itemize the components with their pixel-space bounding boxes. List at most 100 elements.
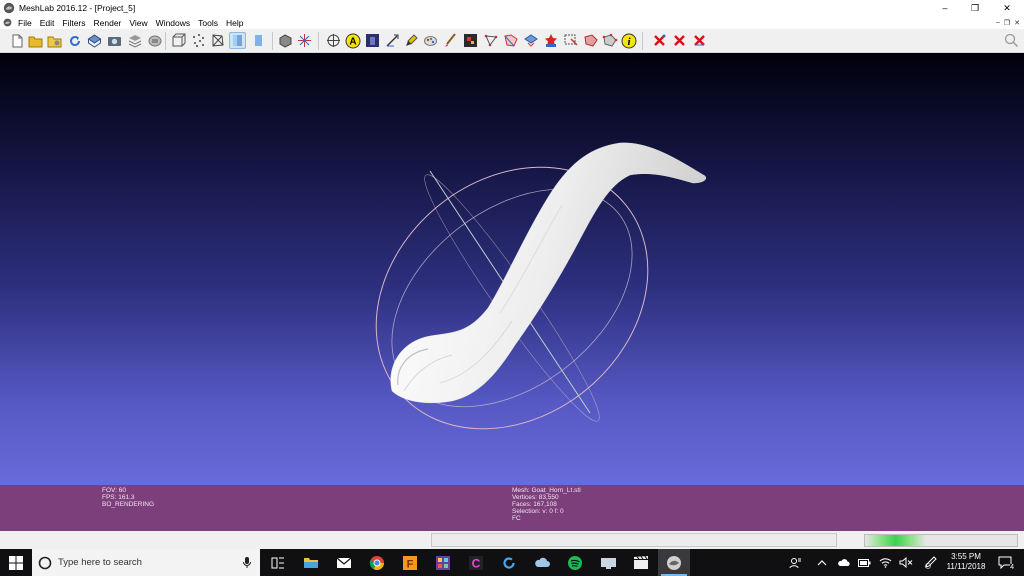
onedrive-icon bbox=[837, 558, 850, 566]
points-button[interactable] bbox=[190, 32, 207, 49]
reload-button[interactable] bbox=[66, 32, 83, 49]
battery-button[interactable] bbox=[855, 549, 873, 576]
flat-shading-button[interactable] bbox=[229, 32, 246, 49]
delete-all-button[interactable] bbox=[691, 32, 708, 49]
spotify-button[interactable] bbox=[559, 549, 591, 576]
taskbar-search-box[interactable]: Type here to search bbox=[32, 549, 260, 576]
smooth-icon bbox=[255, 35, 262, 46]
document-window-controls: – ❐ ✕ bbox=[996, 16, 1020, 29]
snapshot-button[interactable] bbox=[106, 32, 123, 49]
reload-app-button[interactable] bbox=[493, 549, 525, 576]
info-button[interactable]: i bbox=[620, 32, 637, 49]
draw-button[interactable] bbox=[442, 32, 459, 49]
minimize-button[interactable]: – bbox=[930, 0, 960, 16]
menu-render[interactable]: Render bbox=[90, 18, 126, 28]
select-vertices-mode-button[interactable] bbox=[601, 32, 618, 49]
mail-icon bbox=[336, 557, 352, 568]
cloud-app-icon bbox=[534, 557, 550, 567]
onedrive-button[interactable] bbox=[834, 549, 852, 576]
wifi-button[interactable] bbox=[876, 549, 894, 576]
texture-button[interactable] bbox=[277, 32, 294, 49]
bbox-button[interactable] bbox=[170, 32, 187, 49]
c-app-button[interactable]: C bbox=[460, 549, 492, 576]
close-button[interactable]: ✕ bbox=[992, 0, 1022, 16]
doc-restore-button[interactable]: ❐ bbox=[1004, 19, 1010, 27]
menu-help[interactable]: Help bbox=[222, 18, 247, 28]
menu-filters[interactable]: Filters bbox=[58, 18, 89, 28]
georef-button[interactable] bbox=[522, 32, 539, 49]
start-button[interactable] bbox=[0, 549, 32, 576]
search-placeholder: Type here to search bbox=[58, 557, 142, 568]
select-faces-icon bbox=[298, 34, 311, 47]
color-picker-button[interactable] bbox=[422, 32, 439, 49]
progress-bar bbox=[864, 534, 1018, 547]
align-button[interactable] bbox=[462, 32, 479, 49]
color-picker-icon bbox=[424, 36, 437, 46]
delete-selected-vertices-icon bbox=[674, 35, 685, 46]
menu-view[interactable]: View bbox=[125, 18, 151, 28]
people-button[interactable] bbox=[785, 549, 805, 576]
new-project-icon bbox=[12, 34, 22, 47]
snapshot-icon bbox=[108, 36, 121, 46]
show-hidden-icons-button[interactable] bbox=[813, 549, 831, 576]
volume-button[interactable] bbox=[897, 549, 915, 576]
restore-button[interactable]: ❐ bbox=[960, 0, 990, 16]
meshlab-taskbar-button[interactable] bbox=[658, 549, 690, 576]
manipulator-button[interactable] bbox=[562, 32, 579, 49]
clapper-button[interactable] bbox=[625, 549, 657, 576]
desktop-app-button[interactable] bbox=[592, 549, 624, 576]
pen-workspace-button[interactable] bbox=[920, 549, 940, 576]
menu-bar: File Edit Filters Render View Windows To… bbox=[0, 16, 1024, 29]
clock[interactable]: 3:55 PM 11/11/2018 bbox=[944, 552, 988, 572]
annotation-button[interactable]: A bbox=[344, 32, 361, 49]
align-icon bbox=[464, 34, 477, 47]
action-center-button[interactable]: 4 bbox=[994, 549, 1016, 576]
layers-button[interactable] bbox=[126, 32, 143, 49]
file-explorer-button[interactable] bbox=[295, 549, 327, 576]
fit-button[interactable] bbox=[364, 32, 381, 49]
select-vertices-icon bbox=[327, 34, 340, 47]
taskbar: Type here to search F C 3:55 PM 11/11/20… bbox=[0, 549, 1024, 576]
rendering-mode: BO_RENDERING bbox=[102, 501, 155, 508]
texture-param-button[interactable] bbox=[542, 32, 559, 49]
3d-viewport[interactable] bbox=[0, 53, 1024, 485]
microphone-icon[interactable] bbox=[242, 556, 252, 569]
doc-close-button[interactable]: ✕ bbox=[1014, 19, 1020, 27]
select-connected-button[interactable] bbox=[502, 32, 519, 49]
smooth-shading-button[interactable] bbox=[250, 32, 267, 49]
open-mesh-button[interactable] bbox=[46, 32, 63, 49]
delete-selected-faces-button[interactable] bbox=[651, 32, 668, 49]
delete-selected-vertices-button[interactable] bbox=[671, 32, 688, 49]
paint-button[interactable] bbox=[403, 32, 420, 49]
texture-icon bbox=[279, 34, 292, 48]
new-project-button[interactable] bbox=[8, 32, 25, 49]
wireframe-button[interactable] bbox=[209, 32, 226, 49]
chrome-button[interactable] bbox=[361, 549, 393, 576]
save-mesh-button[interactable] bbox=[86, 32, 103, 49]
menu-edit[interactable]: Edit bbox=[36, 18, 59, 28]
notification-count: 4 bbox=[1010, 564, 1014, 572]
mail-button[interactable] bbox=[328, 549, 360, 576]
clock-date: 11/11/2018 bbox=[946, 562, 986, 571]
photo-viewer-button[interactable] bbox=[427, 549, 459, 576]
menu-tools[interactable]: Tools bbox=[194, 18, 222, 28]
open-project-button[interactable] bbox=[27, 32, 44, 49]
doc-minimize-button[interactable]: – bbox=[996, 19, 1000, 26]
task-view-button[interactable] bbox=[262, 549, 294, 576]
search-button[interactable] bbox=[1003, 32, 1020, 49]
f-app-button[interactable]: F bbox=[394, 549, 426, 576]
delete-all-icon bbox=[694, 35, 705, 46]
pickpoints-button[interactable] bbox=[482, 32, 499, 49]
point-selector-button[interactable] bbox=[582, 32, 599, 49]
document-icon[interactable] bbox=[3, 18, 12, 27]
windows-logo-icon bbox=[9, 555, 23, 570]
menu-file[interactable]: File bbox=[14, 18, 36, 28]
select-faces-button[interactable] bbox=[296, 32, 313, 49]
close-icon: ✕ bbox=[1003, 2, 1011, 13]
cloud-app-button[interactable] bbox=[526, 549, 558, 576]
goat-horn-mesh[interactable] bbox=[390, 142, 706, 404]
select-vertices-button[interactable] bbox=[325, 32, 342, 49]
menu-windows[interactable]: Windows bbox=[152, 18, 194, 28]
console-button[interactable] bbox=[146, 32, 163, 49]
measure-button[interactable] bbox=[384, 32, 401, 49]
